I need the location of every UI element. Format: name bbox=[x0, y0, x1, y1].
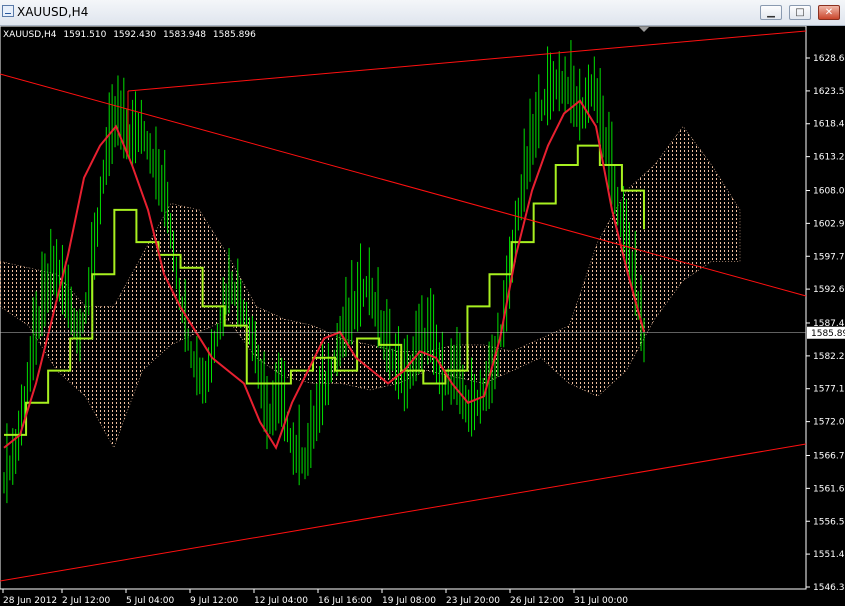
x-tick-label: 26 Jul 12:00 bbox=[510, 596, 564, 606]
x-tick-label: 16 Jul 16:00 bbox=[318, 596, 372, 606]
x-tick-label: 2 Jul 12:00 bbox=[62, 596, 111, 606]
maximize-button[interactable]: □ bbox=[789, 5, 811, 20]
y-tick-label: 1597.79 bbox=[813, 252, 845, 262]
open-value: 1591.510 bbox=[63, 30, 107, 40]
ohlc-info: XAUUSD,H4 1591.510 1592.430 1583.948 158… bbox=[3, 30, 260, 40]
trendline-support bbox=[0, 443, 807, 582]
y-tick-label: 1546.33 bbox=[813, 583, 845, 593]
low-value: 1583.948 bbox=[163, 30, 206, 40]
chart-window-icon bbox=[2, 5, 14, 17]
y-tick-label: 1561.68 bbox=[813, 484, 845, 494]
minimize-button[interactable]: ▁ bbox=[760, 5, 782, 20]
x-tick-label: 28 Jun 2012 bbox=[3, 596, 57, 606]
y-tick-label: 1618.41 bbox=[813, 120, 845, 130]
y-tick-label: 1628.64 bbox=[813, 54, 845, 64]
x-tick-label: 5 Jul 04:00 bbox=[126, 596, 175, 606]
y-tick-label: 1556.56 bbox=[813, 517, 845, 527]
y-tick-label: 1566.79 bbox=[813, 452, 845, 462]
chart-shift-marker bbox=[639, 27, 649, 32]
y-tick-label: 1572.06 bbox=[813, 418, 845, 428]
x-tick-label: 23 Jul 20:00 bbox=[446, 596, 500, 606]
x-tick-label: 19 Jul 08:00 bbox=[382, 596, 436, 606]
symbol-label: XAUUSD,H4 bbox=[3, 30, 57, 40]
y-tick-label: 1613.29 bbox=[813, 153, 845, 163]
y-tick-label: 1592.68 bbox=[813, 285, 845, 295]
y-tick-label: 1577.18 bbox=[813, 385, 845, 395]
x-tick-label: 9 Jul 12:00 bbox=[190, 596, 239, 606]
chart-canvas[interactable]: 1628.64 1623.52 1618.41 1613.29 1608.02 1602.… bbox=[0, 26, 845, 606]
close-value: 1585.896 bbox=[212, 30, 256, 40]
y-tick-label: 1623.52 bbox=[813, 87, 845, 97]
ichimoku-cloud bbox=[0, 125, 741, 449]
trendline-upper bbox=[127, 30, 807, 92]
price-chart[interactable]: 1628.64 1623.52 1618.41 1613.29 1608.02 1602.… bbox=[0, 26, 845, 606]
current-price-label: 1585.89 bbox=[811, 329, 845, 339]
window-title: XAUUSD,H4 bbox=[17, 5, 89, 19]
y-tick-label: 1582.29 bbox=[813, 352, 845, 362]
window-titlebar[interactable]: XAUUSD,H4 ▁ □ ✕ bbox=[0, 0, 845, 26]
y-tick-label: 1551.45 bbox=[813, 550, 845, 560]
high-value: 1592.430 bbox=[113, 30, 157, 40]
y-tick-label: 1608.02 bbox=[813, 187, 845, 197]
close-button[interactable]: ✕ bbox=[818, 5, 840, 20]
x-tick-label: 12 Jul 04:00 bbox=[254, 596, 308, 606]
y-tick-label: 1602.91 bbox=[813, 219, 845, 229]
x-tick-label: 31 Jul 00:00 bbox=[574, 596, 628, 606]
